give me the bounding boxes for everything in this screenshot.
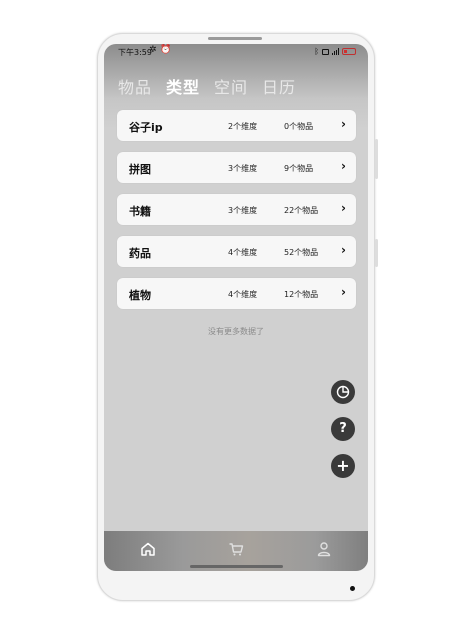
home-icon[interactable] <box>140 541 156 561</box>
type-dimension-count: 2个维度 <box>228 122 258 131</box>
no-more-data-text: 没有更多数据了 <box>208 327 264 336</box>
type-card-guzi[interactable]: 谷子ip 2个维度 0个物品 › <box>117 110 356 141</box>
status-time: 下午3:59 <box>118 48 152 57</box>
profile-icon[interactable] <box>316 541 332 561</box>
chevron-right-icon: › <box>341 117 346 131</box>
volume-button <box>375 139 378 179</box>
tab-spaces[interactable]: 空间 <box>214 74 248 98</box>
chevron-right-icon: › <box>341 159 346 173</box>
tab-items[interactable]: 物品 <box>118 74 152 98</box>
type-name: 植物 <box>129 289 151 302</box>
type-name: 药品 <box>129 247 151 260</box>
type-item-count: 9个物品 <box>284 164 314 173</box>
chevron-right-icon: › <box>341 285 346 299</box>
tab-calendar[interactable]: 日历 <box>262 74 296 98</box>
signal-icon <box>332 48 339 55</box>
status-bar: 下午3:59 ✲ ⏰ ᛒ <box>104 44 368 60</box>
cart-icon[interactable] <box>228 541 244 561</box>
type-list: 谷子ip 2个维度 0个物品 › 拼图 3个维度 9个物品 › 书籍 3个维度 … <box>117 110 356 320</box>
type-card-books[interactable]: 书籍 3个维度 22个物品 › <box>117 194 356 225</box>
type-card-plants[interactable]: 植物 4个维度 12个物品 › <box>117 278 356 309</box>
phone-speaker <box>208 37 262 40</box>
type-card-puzzle[interactable]: 拼图 3个维度 9个物品 › <box>117 152 356 183</box>
gear-icon: ✲ <box>149 45 157 55</box>
type-item-count: 22个物品 <box>284 206 319 215</box>
battery-icon <box>342 48 356 55</box>
type-item-count: 52个物品 <box>284 248 319 257</box>
type-name: 拼图 <box>129 163 151 176</box>
type-item-count: 0个物品 <box>284 122 314 131</box>
alarm-icon: ⏰ <box>160 45 172 55</box>
type-dimension-count: 3个维度 <box>228 164 258 173</box>
bluetooth-icon: ᛒ <box>314 47 319 56</box>
phone-frame: 下午3:59 ✲ ⏰ ᛒ 物品 类型 空间 日历 谷子ip 2个维度 0个物品 <box>97 33 378 601</box>
chevron-right-icon: › <box>341 243 346 257</box>
add-button[interactable]: + <box>331 454 355 478</box>
type-dimension-count: 4个维度 <box>228 290 258 299</box>
app-screen: 下午3:59 ✲ ⏰ ᛒ 物品 类型 空间 日历 谷子ip 2个维度 0个物品 <box>104 44 368 571</box>
type-name: 谷子ip <box>129 121 163 134</box>
type-dimension-count: 4个维度 <box>228 248 258 257</box>
type-name: 书籍 <box>129 205 151 218</box>
chevron-right-icon: › <box>341 201 346 215</box>
power-button <box>375 239 378 267</box>
type-item-count: 12个物品 <box>284 290 319 299</box>
status-icons: ᛒ <box>314 47 356 56</box>
home-indicator <box>190 565 283 568</box>
nfc-icon <box>322 48 329 55</box>
type-card-medicine[interactable]: 药品 4个维度 52个物品 › <box>117 236 356 267</box>
pie-chart-icon <box>336 385 350 399</box>
camera-dot <box>350 586 355 591</box>
statistics-button[interactable] <box>331 380 355 404</box>
type-dimension-count: 3个维度 <box>228 206 258 215</box>
help-button[interactable]: ? <box>331 417 355 441</box>
top-tabs: 物品 类型 空间 日历 <box>118 74 296 98</box>
tab-types[interactable]: 类型 <box>166 74 200 98</box>
